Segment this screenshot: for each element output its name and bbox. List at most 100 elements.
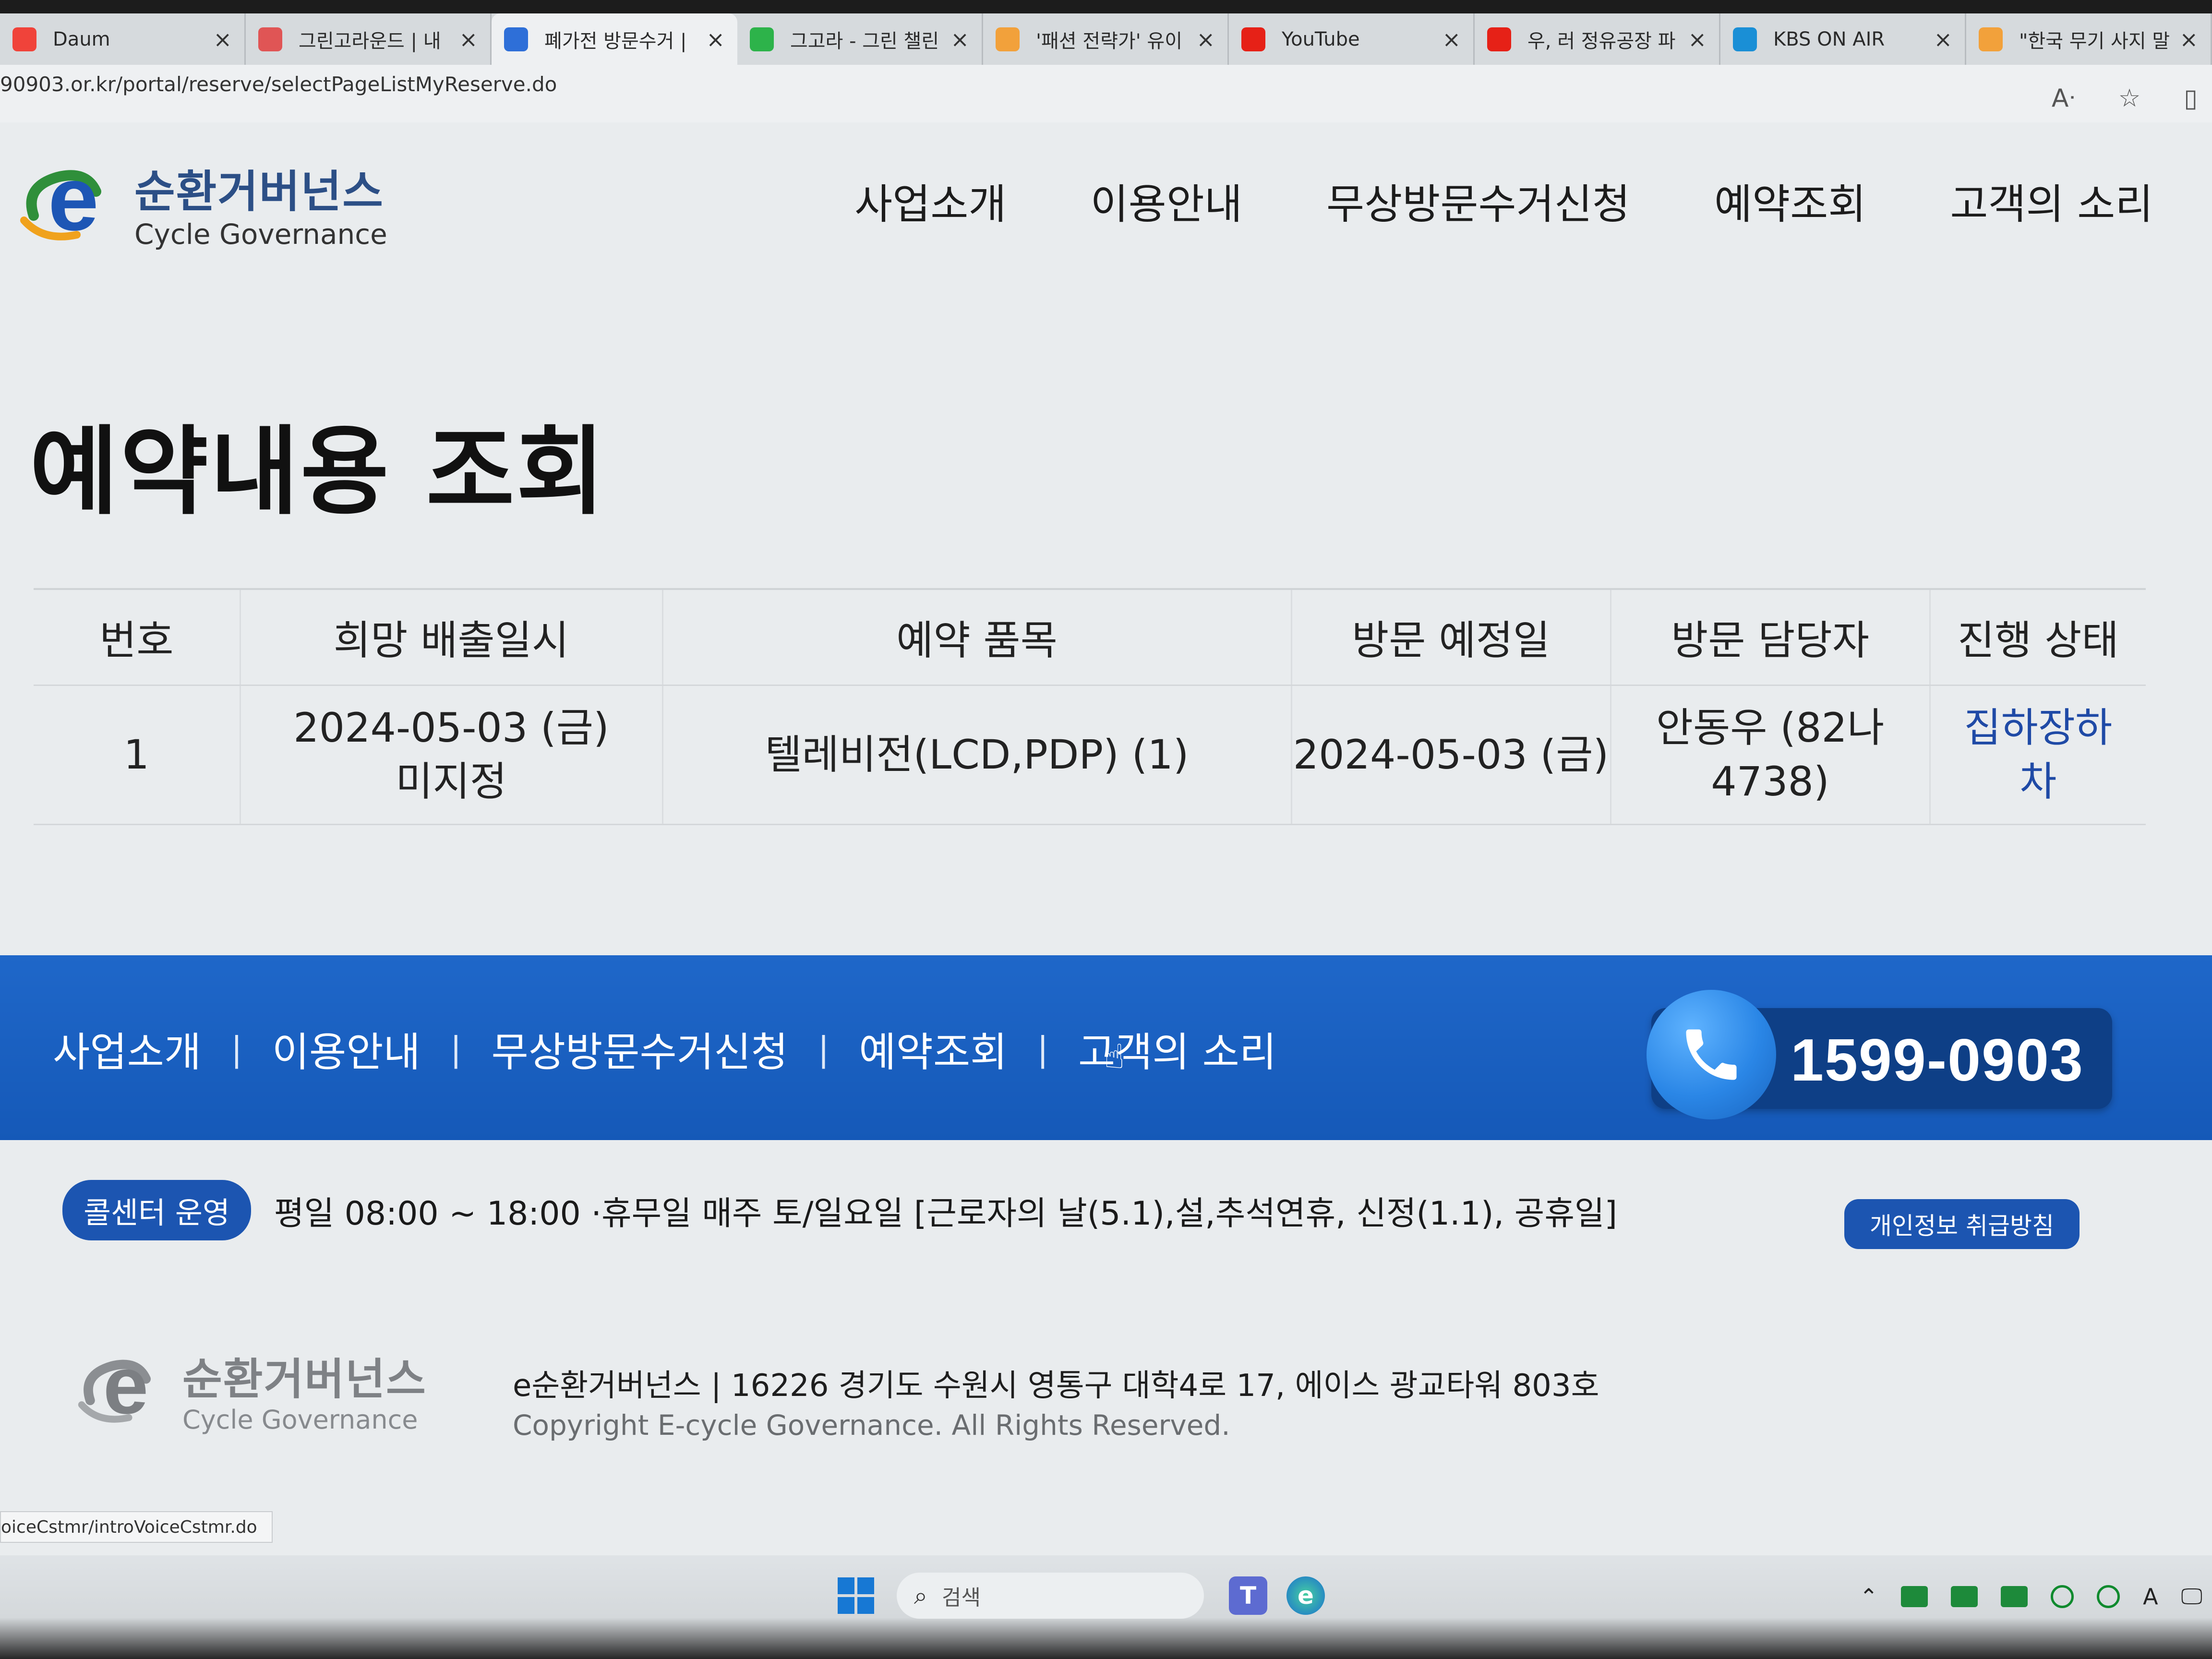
table-row: 1 2024-05-03 (금) 미지정 텔레비전(LCD,PDP) (1) 2… bbox=[34, 685, 2146, 825]
status-line-2[interactable]: 차 bbox=[1931, 755, 2146, 808]
tab-close-icon[interactable]: × bbox=[1688, 26, 1707, 52]
tray-app-icon[interactable] bbox=[1901, 1586, 1928, 1607]
footer-nav-separator: | bbox=[817, 1029, 830, 1069]
callcenter-info: 콜센터 운영 평일 08:00 ~ 18:00 ·휴무일 매주 토/일요일 [근… bbox=[62, 1180, 1617, 1240]
staff-line-1: 안동우 (82나 bbox=[1656, 704, 1885, 751]
phone-number-box: 1599-0903 bbox=[1647, 990, 2112, 1119]
nav-customer-voice[interactable]: 고객의 소리 bbox=[1950, 170, 2153, 230]
url-text[interactable]: 90903.or.kr/portal/reserve/selectPageLis… bbox=[0, 72, 557, 96]
tab-favicon-icon bbox=[504, 27, 529, 51]
header-staff: 방문 담당자 bbox=[1610, 589, 1930, 686]
site-logo[interactable]: e 순환거버넌스 Cycle Governance bbox=[14, 148, 387, 251]
edge-browser-icon[interactable]: e bbox=[1286, 1576, 1325, 1615]
header-number: 번호 bbox=[34, 589, 240, 686]
tab-close-icon[interactable]: × bbox=[2180, 26, 2199, 52]
cell-staff: 안동우 (82나 4738) bbox=[1610, 685, 1930, 825]
network-icon[interactable]: 🖵 bbox=[2181, 1583, 2202, 1610]
tab-favicon-icon bbox=[1487, 27, 1511, 51]
tab-favicon-icon bbox=[1979, 27, 2003, 51]
footer-nav-usage-guide[interactable]: 이용안내 bbox=[272, 1020, 421, 1078]
browser-tab[interactable]: "한국 무기 사지 말 × bbox=[1966, 13, 2212, 65]
tab-favicon-icon bbox=[12, 27, 36, 51]
tab-title: 그린고라운드 | 내 bbox=[299, 30, 441, 52]
browser-tab[interactable]: 폐가전 방문수거 | × bbox=[492, 13, 737, 65]
tray-app-icon[interactable] bbox=[2001, 1586, 2028, 1607]
browser-tab[interactable]: 그고라 - 그린 챌린 × bbox=[737, 13, 983, 65]
tab-close-icon[interactable]: × bbox=[706, 26, 725, 52]
copyright-text: Copyright E-cycle Governance. All Rights… bbox=[513, 1409, 1230, 1442]
tab-favicon-icon bbox=[749, 27, 774, 51]
logo-e-icon: e bbox=[14, 148, 125, 250]
browser-tab[interactable]: '패션 전략가' 유이 × bbox=[983, 13, 1229, 65]
tab-close-icon[interactable]: × bbox=[1934, 26, 1952, 52]
browser-tab[interactable]: KBS ON AIR × bbox=[1720, 13, 1967, 65]
tab-favicon-icon bbox=[995, 27, 1020, 51]
browser-tab[interactable]: YouTube × bbox=[1229, 13, 1475, 65]
split-screen-icon[interactable]: ▯ bbox=[2184, 84, 2198, 113]
footer-nav-separator: | bbox=[231, 1029, 242, 1069]
taskbar-search-box[interactable]: ⌕ 검색 bbox=[897, 1573, 1204, 1619]
browser-tab[interactable]: Daum × bbox=[0, 13, 246, 65]
footer-nav-free-pickup-request[interactable]: 무상방문수거신청 bbox=[491, 1020, 788, 1078]
cell-number: 1 bbox=[34, 685, 240, 825]
tab-title: 우, 러 정유공장 파 bbox=[1527, 30, 1676, 52]
search-icon: ⌕ bbox=[914, 1581, 927, 1610]
header-wish-date: 희망 배출일시 bbox=[239, 589, 662, 686]
tab-close-icon[interactable]: × bbox=[950, 26, 969, 52]
browser-tab[interactable]: 그린고라운드 | 내 × bbox=[246, 13, 492, 65]
read-aloud-icon[interactable]: Aᐧ bbox=[2052, 84, 2075, 113]
nav-business-intro[interactable]: 사업소개 bbox=[854, 170, 1006, 230]
taskbar-search-placeholder: 검색 bbox=[942, 1586, 981, 1610]
nav-free-pickup-request[interactable]: 무상방문수거신청 bbox=[1326, 170, 1630, 230]
wish-time-text: 미지정 bbox=[396, 758, 507, 805]
tray-app-icon[interactable] bbox=[1951, 1586, 1978, 1607]
windows-start-icon[interactable] bbox=[838, 1577, 874, 1614]
footer-logo-korean-text: 순환거버넌스 bbox=[182, 1354, 427, 1405]
cell-item: 텔레비전(LCD,PDP) (1) bbox=[661, 685, 1291, 825]
address-bar[interactable]: 90903.or.kr/portal/reserve/selectPageLis… bbox=[0, 65, 2212, 122]
phone-icon bbox=[1647, 990, 1776, 1119]
footer-logo-e-icon: e bbox=[72, 1340, 173, 1431]
cell-status[interactable]: 집하장하 차 bbox=[1929, 685, 2146, 825]
callcenter-badge: 콜센터 운영 bbox=[62, 1180, 251, 1240]
address-bar-icons: Aᐧ ☆ ▯ bbox=[2052, 84, 2198, 113]
cell-visit-date: 2024-05-03 (금) bbox=[1290, 685, 1611, 825]
tab-close-icon[interactable]: × bbox=[1442, 26, 1461, 52]
phone-number: 1599-0903 bbox=[1791, 1027, 2084, 1094]
global-nav: 사업소개 이용안내 무상방문수거신청 예약조회 고객의 소리 bbox=[854, 170, 2212, 230]
status-bar-url: oiceCstmr/introVoiceCstmr.do bbox=[0, 1511, 273, 1543]
company-address: e순환거버넌스 | 16226 경기도 수원시 영통구 대학4로 17, 에이스… bbox=[513, 1368, 1599, 1404]
cell-wish-date: 2024-05-03 (금) 미지정 bbox=[239, 685, 662, 825]
table-header-row: 번호 희망 배출일시 예약 품목 방문 예정일 방문 담당자 진행 상태 bbox=[34, 589, 2146, 686]
footer-nav-reservation-lookup[interactable]: 예약조회 bbox=[859, 1020, 1007, 1078]
browser-tab[interactable]: 우, 러 정유공장 파 × bbox=[1475, 13, 1721, 65]
status-line-1[interactable]: 집하장하 bbox=[1931, 701, 2146, 755]
logo-english-text: Cycle Governance bbox=[134, 218, 387, 251]
tray-chevron-up-icon[interactable]: ⌃ bbox=[1860, 1584, 1878, 1610]
footer-nav-business-intro[interactable]: 사업소개 bbox=[53, 1020, 201, 1078]
page-title: 예약내용 조회 bbox=[30, 416, 607, 528]
header-item: 예약 품목 bbox=[661, 589, 1291, 686]
windows-taskbar: ⌕ 검색 T e ⌃ A 🖵 bbox=[0, 1555, 2212, 1659]
teams-app-icon[interactable]: T bbox=[1229, 1576, 1267, 1615]
system-tray: ⌃ A 🖵 bbox=[1860, 1583, 2202, 1610]
nav-usage-guide[interactable]: 이용안내 bbox=[1090, 170, 1242, 230]
input-method-icon[interactable]: A bbox=[2143, 1584, 2158, 1610]
tab-favicon-icon bbox=[1241, 27, 1265, 51]
header-status: 진행 상태 bbox=[1929, 589, 2146, 686]
tab-close-icon[interactable]: × bbox=[213, 26, 232, 52]
nav-reservation-lookup[interactable]: 예약조회 bbox=[1714, 170, 1866, 230]
footer-nav-separator: | bbox=[1037, 1029, 1048, 1069]
tray-circle-icon[interactable] bbox=[2051, 1585, 2074, 1608]
favorite-star-icon[interactable]: ☆ bbox=[2118, 84, 2141, 113]
tab-close-icon[interactable]: × bbox=[1196, 26, 1215, 52]
tray-circle-icon[interactable] bbox=[2097, 1585, 2120, 1608]
tab-close-icon[interactable]: × bbox=[459, 26, 478, 52]
privacy-policy-button[interactable]: 개인정보 취급방침 bbox=[1844, 1199, 2080, 1249]
svg-text:e: e bbox=[48, 158, 99, 249]
site-header: e 순환거버넌스 Cycle Governance 사업소개 이용안내 무상방문… bbox=[0, 122, 2212, 281]
tab-title: 폐가전 방문수거 | bbox=[544, 30, 687, 52]
callcenter-hours: 평일 08:00 ~ 18:00 ·휴무일 매주 토/일요일 [근로자의 날(5… bbox=[274, 1194, 1617, 1233]
tab-title: KBS ON AIR bbox=[1773, 28, 1885, 50]
browser-tab-bar: Daum × 그린고라운드 | 내 × 폐가전 방문수거 | × 그고라 - 그린 챌린 × '… bbox=[0, 0, 2212, 65]
